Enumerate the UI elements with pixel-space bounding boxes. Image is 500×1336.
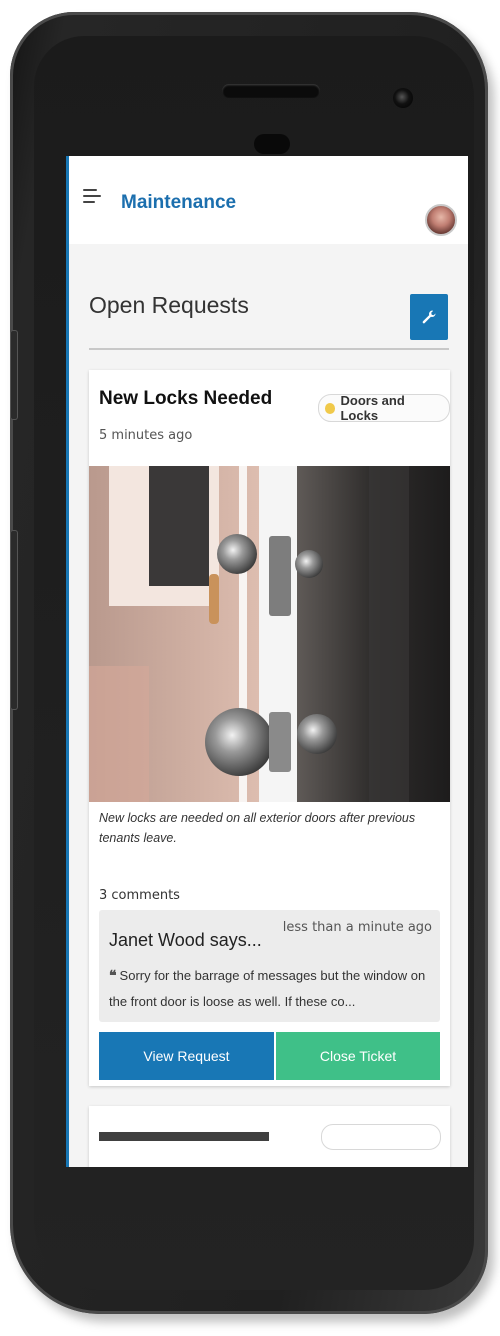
next-request-title bbox=[99, 1132, 269, 1141]
quote-icon: ❝ bbox=[109, 967, 117, 983]
volume-button bbox=[10, 330, 18, 420]
proximity-sensor bbox=[254, 134, 290, 154]
power-button bbox=[10, 530, 18, 710]
next-request-card[interactable] bbox=[89, 1106, 450, 1167]
app-title: Maintenance bbox=[121, 192, 237, 213]
page-title: Open Requests bbox=[89, 292, 249, 318]
comment-body: ❝ Sorry for the barrage of messages but t… bbox=[109, 962, 431, 1015]
comment-text: Sorry for the barrage of messages but th… bbox=[109, 968, 426, 1009]
phone-mockup: Maintenance Open Requests New Locks Need… bbox=[0, 0, 500, 1336]
dot-icon bbox=[325, 402, 336, 414]
category-label: Doors and Locks bbox=[340, 393, 405, 423]
category-badge[interactable]: Doors and Locks bbox=[318, 393, 450, 423]
earpiece-speaker bbox=[222, 84, 320, 98]
front-camera bbox=[393, 88, 413, 108]
request-title: New Locks Needed bbox=[99, 388, 273, 409]
app-header: Maintenance bbox=[69, 156, 468, 244]
request-card: New Locks Needed 5 minutes ago Doors and… bbox=[89, 370, 450, 1086]
door-lock-photo bbox=[89, 466, 450, 802]
request-description: New locks are needed on all exterior doo… bbox=[99, 811, 416, 845]
comment-author: Janet Wood says... bbox=[109, 930, 262, 950]
wrench-icon bbox=[422, 310, 436, 324]
latest-comment[interactable]: less than a minute ago Janet Wood says..… bbox=[99, 910, 440, 1022]
hamburger-menu-icon[interactable] bbox=[83, 189, 101, 205]
comment-timestamp: less than a minute ago bbox=[282, 920, 432, 935]
settings-button[interactable] bbox=[410, 294, 448, 340]
avatar[interactable] bbox=[425, 204, 457, 236]
request-timestamp: 5 minutes ago bbox=[99, 428, 193, 443]
close-ticket-button[interactable]: Close Ticket bbox=[276, 1032, 440, 1080]
comments-count[interactable]: 3 comments bbox=[99, 888, 180, 903]
view-request-button[interactable]: View Request bbox=[99, 1032, 274, 1080]
app-screen: Maintenance Open Requests New Locks Need… bbox=[66, 156, 468, 1167]
section-divider bbox=[89, 348, 449, 350]
next-category-badge bbox=[321, 1124, 441, 1150]
